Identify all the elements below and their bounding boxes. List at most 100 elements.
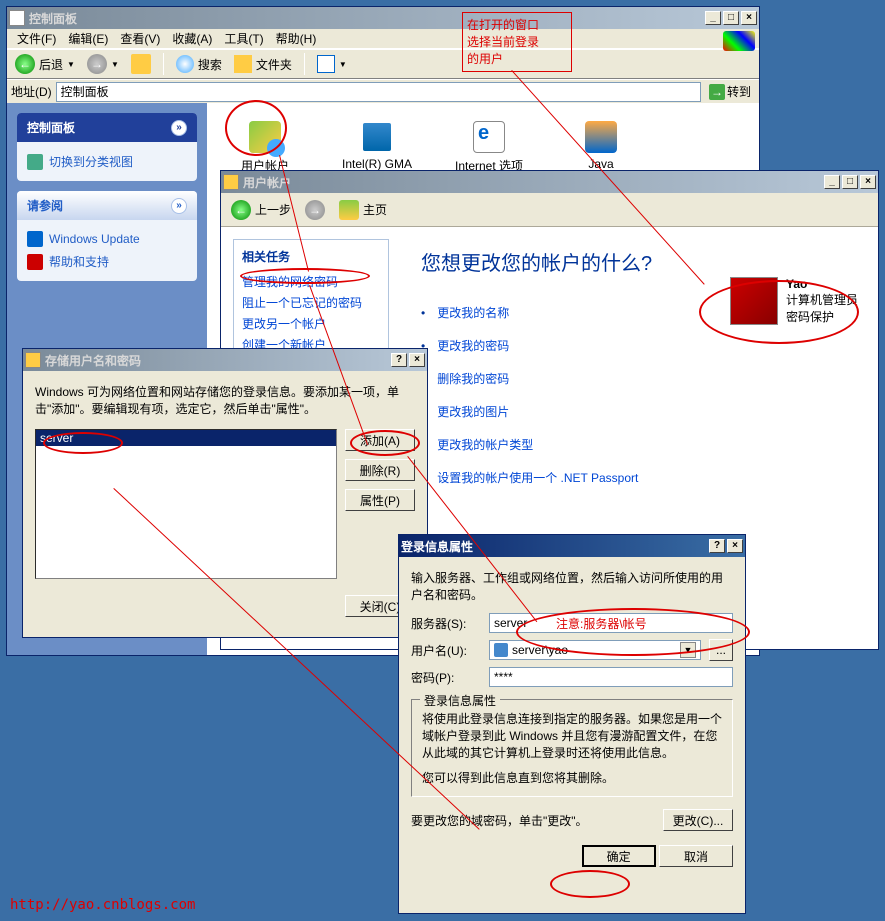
server-label: 服务器(S): bbox=[411, 615, 481, 632]
address-input[interactable] bbox=[56, 82, 701, 102]
ua-icon bbox=[223, 174, 239, 190]
cp-panel-main: 控制面板» 切换到分类视图 bbox=[17, 113, 197, 181]
passport-link[interactable]: 设置我的帐户使用一个 .NET Passport bbox=[421, 461, 858, 494]
change-button[interactable]: 更改(C)... bbox=[663, 809, 733, 831]
folders-button[interactable]: 文件夹 bbox=[230, 53, 296, 75]
help-icon bbox=[27, 254, 43, 270]
close-button[interactable]: × bbox=[741, 11, 757, 25]
maximize-button[interactable]: □ bbox=[723, 11, 739, 25]
change-hint: 要更改您的域密码，单击"更改"。 bbox=[411, 812, 655, 829]
manage-passwords-link[interactable]: 管理我的网络密码 bbox=[242, 271, 380, 292]
menu-fav[interactable]: 收藏(A) bbox=[166, 28, 218, 49]
close-button[interactable]: × bbox=[860, 175, 876, 189]
home-icon bbox=[339, 200, 359, 220]
menu-edit[interactable]: 编辑(E) bbox=[62, 28, 114, 49]
group-text2: 您可以得到此信息直到您将其删除。 bbox=[422, 769, 722, 786]
password-input[interactable] bbox=[489, 667, 733, 687]
panel-head[interactable]: 请参阅» bbox=[17, 191, 197, 220]
user-protection: 密码保护 bbox=[786, 308, 858, 325]
ua-heading: 您想更改您的帐户的什么? bbox=[421, 247, 858, 276]
ua-home[interactable]: 主页 bbox=[335, 198, 391, 222]
cancel-button[interactable]: 取消 bbox=[659, 845, 733, 867]
java-icon bbox=[585, 121, 617, 153]
back-button[interactable]: ←后退▼ bbox=[11, 52, 79, 76]
creds-list[interactable]: server bbox=[35, 429, 337, 579]
watermark: http://yao.cnblogs.com bbox=[10, 897, 195, 913]
minimize-button[interactable]: _ bbox=[705, 11, 721, 25]
panel-head[interactable]: 控制面板» bbox=[17, 113, 197, 142]
cp-icon bbox=[9, 10, 25, 26]
help-button[interactable]: ? bbox=[391, 353, 407, 367]
up-button[interactable] bbox=[127, 52, 155, 76]
forward-button[interactable]: →▼ bbox=[83, 52, 123, 76]
views-icon bbox=[317, 55, 335, 73]
windows-update-link[interactable]: Windows Update bbox=[27, 228, 187, 250]
go-icon: → bbox=[709, 84, 725, 100]
close-button[interactable]: × bbox=[409, 353, 425, 367]
switch-view-link[interactable]: 切换到分类视图 bbox=[27, 150, 187, 173]
maximize-button[interactable]: □ bbox=[842, 175, 858, 189]
related-tasks-title: 相关任务 bbox=[242, 248, 380, 265]
properties-button[interactable]: 属性(P) bbox=[345, 489, 415, 511]
forward-icon: → bbox=[305, 200, 325, 220]
user-icon bbox=[494, 643, 508, 657]
ua-forward[interactable]: → bbox=[301, 198, 329, 222]
browse-button[interactable]: ... bbox=[709, 639, 733, 661]
add-button[interactable]: 添加(A) bbox=[345, 429, 415, 451]
close-button[interactable]: × bbox=[727, 539, 743, 553]
search-icon bbox=[176, 55, 194, 73]
go-button[interactable]: →转到 bbox=[705, 81, 755, 102]
user-combo[interactable]: server\yao▼ bbox=[489, 640, 701, 660]
sc-title: 存储用户名和密码 bbox=[45, 352, 141, 369]
user-role: 计算机管理员 bbox=[786, 291, 858, 308]
change-another-link[interactable]: 更改另一个帐户 bbox=[242, 313, 380, 334]
stored-creds-dialog: 存储用户名和密码 ? × Windows 可为网络位置和网站存储您的登录信息。要… bbox=[22, 348, 428, 638]
cp-panel-seealso: 请参阅» Windows Update 帮助和支持 bbox=[17, 191, 197, 281]
lp-titlebar[interactable]: 登录信息属性 ? × bbox=[399, 535, 745, 557]
search-button[interactable]: 搜索 bbox=[172, 53, 226, 75]
sc-intro: Windows 可为网络位置和网站存储您的登录信息。要添加某一项，单击"添加"。… bbox=[35, 383, 415, 417]
menu-file[interactable]: 文件(F) bbox=[11, 28, 62, 49]
login-props-dialog: 登录信息属性 ? × 输入服务器、工作组或网络位置，然后输入访问所使用的用户名和… bbox=[398, 534, 746, 914]
prevent-forgotten-link[interactable]: 阻止一个已忘记的密码 bbox=[242, 292, 380, 313]
related-tasks-box: 相关任务 管理我的网络密码 阻止一个已忘记的密码 更改另一个帐户 创建一个新帐户 bbox=[233, 239, 389, 364]
delete-button[interactable]: 删除(R) bbox=[345, 459, 415, 481]
collapse-icon[interactable]: » bbox=[171, 120, 187, 136]
annotation-note: 注意:服务器\帐号 bbox=[556, 615, 647, 632]
windows-logo-icon bbox=[723, 31, 755, 51]
views-button[interactable]: ▼ bbox=[313, 53, 351, 75]
change-password-link[interactable]: 更改我的密码 bbox=[421, 329, 858, 362]
change-picture-link[interactable]: 更改我的图片 bbox=[421, 395, 858, 428]
delete-password-link[interactable]: 删除我的密码 bbox=[421, 362, 858, 395]
creds-entry[interactable]: server bbox=[36, 430, 336, 446]
help-button[interactable]: ? bbox=[709, 539, 725, 553]
user-picture bbox=[730, 277, 778, 325]
sc-titlebar[interactable]: 存储用户名和密码 ? × bbox=[23, 349, 427, 371]
dropdown-icon[interactable]: ▼ bbox=[680, 642, 696, 658]
cp-toolbar: ←后退▼ →▼ 搜索 文件夹 ▼ bbox=[7, 49, 759, 79]
internet-options-item[interactable]: Internet 选项 bbox=[449, 121, 529, 174]
menu-help[interactable]: 帮助(H) bbox=[270, 28, 323, 49]
collapse-icon[interactable]: » bbox=[171, 198, 187, 214]
cp-titlebar[interactable]: 控制面板 _ □ × bbox=[7, 7, 759, 29]
minimize-button[interactable]: _ bbox=[824, 175, 840, 189]
java-item[interactable]: Java bbox=[561, 121, 641, 171]
change-type-link[interactable]: 更改我的帐户类型 bbox=[421, 428, 858, 461]
menu-view[interactable]: 查看(V) bbox=[114, 28, 166, 49]
forward-icon: → bbox=[87, 54, 107, 74]
group-title: 登录信息属性 bbox=[420, 692, 500, 709]
ok-button[interactable]: 确定 bbox=[582, 845, 656, 867]
pass-label: 密码(P): bbox=[411, 669, 481, 686]
menu-tools[interactable]: 工具(T) bbox=[218, 28, 269, 49]
lp-intro: 输入服务器、工作组或网络位置，然后输入访问所使用的用户名和密码。 bbox=[411, 569, 733, 603]
ua-back[interactable]: ←上一步 bbox=[227, 198, 295, 222]
key-icon bbox=[25, 352, 41, 368]
folders-icon bbox=[234, 55, 252, 73]
login-groupbox: 登录信息属性 将使用此登录信息连接到指定的服务器。如果您是用一个域帐户登录到此 … bbox=[411, 699, 733, 797]
user-accounts-item[interactable]: 用户帐户 bbox=[225, 121, 305, 174]
ua-titlebar[interactable]: 用户帐户 _ □ × bbox=[221, 171, 878, 193]
cp-menubar: 文件(F) 编辑(E) 查看(V) 收藏(A) 工具(T) 帮助(H) bbox=[7, 29, 759, 49]
help-link[interactable]: 帮助和支持 bbox=[27, 250, 187, 273]
intel-icon bbox=[361, 121, 393, 153]
current-user-tile[interactable]: Yao 计算机管理员 密码保护 bbox=[730, 277, 858, 325]
